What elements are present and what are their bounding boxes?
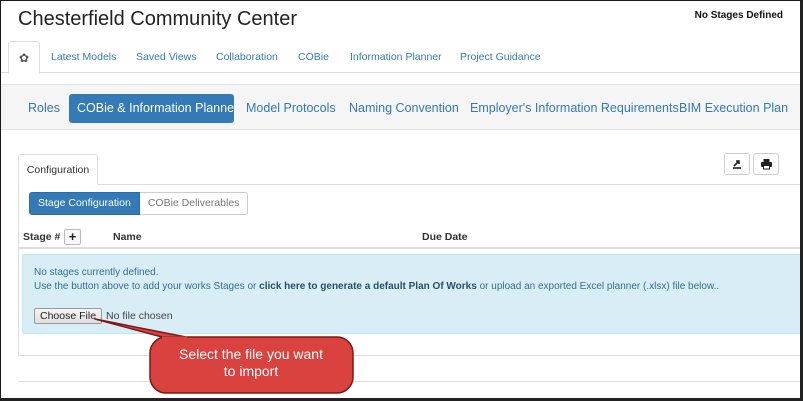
tab-latest-models[interactable]: Latest Models [51,41,116,73]
stage-configuration-button[interactable]: Stage Configuration [29,192,140,215]
sub-nav-cobie-information-planner[interactable]: COBie & Information Planner [69,94,238,123]
column-header-name: Name [113,231,142,243]
tab-cobie[interactable]: COBie [298,41,329,73]
callout-line-1: Select the file you want [179,346,323,362]
stages-table-header: Stage # + Name Due Date [19,227,800,249]
print-icon [760,159,772,170]
tab-collaboration[interactable]: Collaboration [216,41,278,73]
tab-saved-views[interactable]: Saved Views [136,41,197,73]
tab-settings[interactable]: ✿ [8,41,40,74]
top-tab-bar: ✿ Latest Models Saved Views Collaboratio… [1,41,800,74]
sub-nav-bar: Roles COBie & Information Planner Model … [1,84,800,130]
tab-configuration[interactable]: Configuration [18,154,98,185]
tab-information-planner[interactable]: Information Planner [350,41,442,73]
alert-message: No stages currently defined. [34,267,159,278]
file-upload: Choose File No file chosen [34,308,173,324]
config-view-toggle: Stage Configuration COBie Deliverables [29,192,249,215]
column-header-due-date: Due Date [422,231,468,243]
export-button[interactable] [724,153,750,175]
instructions-text-start: Use the button above to add your works S… [34,281,260,292]
file-status-text: No file chosen [106,310,173,322]
sub-nav-roles[interactable]: Roles [20,94,68,123]
choose-file-button[interactable]: Choose File [34,308,103,324]
divider [18,381,800,382]
gear-icon: ✿ [18,51,30,65]
sub-nav-bim-execution-plan[interactable]: BIM Execution Plan [671,94,796,123]
alert-instructions: Use the button above to add your works S… [34,281,719,292]
no-stages-alert: No stages currently defined. Use the but… [22,254,800,334]
cobie-deliverables-button[interactable]: COBie Deliverables [139,192,249,215]
callout-line-2: to import [223,363,279,379]
add-stage-button[interactable]: + [64,229,81,245]
tab-project-guidance[interactable]: Project Guidance [460,41,541,73]
instructions-text-end: or upload an exported Excel planner (.xl… [476,281,720,292]
column-header-stage: Stage # [23,231,61,243]
print-button[interactable] [753,153,779,175]
app-window: Chesterfield Community Center No Stages … [0,0,803,401]
sub-nav-employers-information-requirements[interactable]: Employer's Information Requirements [462,94,687,123]
callout-text: Select the file you want to import [150,346,352,380]
stage-status-label: No Stages Defined [694,10,783,21]
sub-nav-model-protocols[interactable]: Model Protocols [238,94,344,123]
sub-nav-naming-convention[interactable]: Naming Convention [341,94,467,123]
generate-default-plan-link[interactable]: click here to generate a default Plan Of… [259,281,477,292]
page-title: Chesterfield Community Center [18,8,297,30]
export-icon [733,160,741,169]
